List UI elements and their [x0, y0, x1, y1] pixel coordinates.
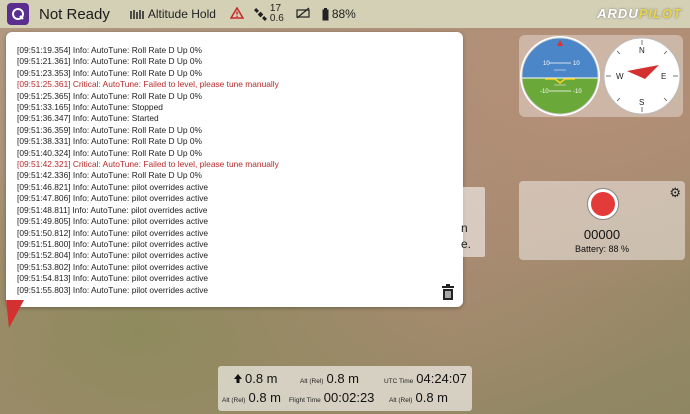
log-line: [09:51:51.800] Info: AutoTune: pilot ove…: [17, 238, 209, 249]
pitch-label-up-right: 10: [573, 61, 580, 67]
flight-time-label: Flight Time: [289, 397, 321, 404]
log-line: [09:51:33.165] Info: AutoTune: Stopped: [17, 102, 163, 113]
clear-messages-button[interactable]: [439, 283, 457, 301]
telemetry-rssi-icon[interactable]: [296, 7, 310, 22]
camera-settings-gear-icon[interactable]: ⚙: [669, 185, 681, 201]
camera-photo-count: 00000: [583, 227, 621, 242]
log-line: [09:51:52.804] Info: AutoTune: pilot ove…: [17, 250, 209, 261]
log-line: [09:51:49.805] Info: AutoTune: pilot ove…: [17, 216, 209, 227]
alt-rel-value: 0.8 m: [326, 371, 359, 386]
record-icon: [591, 192, 615, 216]
log-line: [09:51:21.361] Info: AutoTune: Roll Rate…: [17, 56, 202, 67]
log-line: [09:51:53.802] Info: AutoTune: pilot ove…: [17, 261, 209, 272]
gps-indicator[interactable]: 17 0.6: [253, 4, 284, 24]
compass-north-label: N: [639, 46, 645, 55]
message-list: [09:51:19.354] Info: AutoTune: Roll Rate…: [17, 45, 279, 296]
warning-icon[interactable]: [229, 6, 245, 22]
compass-west-label: W: [616, 72, 624, 81]
qgc-logo-button[interactable]: [7, 3, 29, 25]
log-line: [09:51:42.336] Info: AutoTune: Roll Rate…: [17, 170, 202, 181]
arrow-up-icon: [234, 374, 242, 383]
pitch-label-down: -10: [540, 89, 549, 95]
vehicle-status[interactable]: Not Ready: [39, 6, 110, 23]
trash-icon: [442, 284, 454, 300]
flight-mode-icon: [130, 9, 144, 19]
alt-rel-2-cell: Alt (Rel) 0.8 m: [222, 390, 281, 405]
log-line-critical: [09:51:25.361] Critical: AutoTune: Faile…: [17, 79, 279, 90]
record-button[interactable]: [587, 188, 619, 220]
vertical-speed-value: 0.8 m: [245, 371, 278, 386]
alt-rel-3-label: Alt (Rel): [389, 397, 413, 404]
log-line: [09:51:36.347] Info: AutoTune: Started: [17, 113, 159, 124]
vehicle-marker-icon[interactable]: [6, 300, 26, 332]
ardupilot-logo: ARDUPILOT: [597, 6, 682, 21]
vehicle-messages-panel: [09:51:19.354] Info: AutoTune: Roll Rate…: [6, 32, 463, 307]
alt-rel-2-label: Alt (Rel): [222, 397, 246, 404]
alt-rel-label: Alt (Rel): [300, 378, 324, 385]
pitch-label-down-right: -10: [573, 89, 582, 95]
utc-time-value: 04:24:07: [416, 371, 467, 386]
log-line: [09:51:40.324] Info: AutoTune: Roll Rate…: [17, 147, 202, 158]
hidden-info-widget: n e.: [459, 187, 485, 257]
battery-percent: 88%: [331, 7, 356, 21]
alt-rel-3-value: 0.8 m: [415, 390, 448, 405]
log-line: [09:51:36.359] Info: AutoTune: Roll Rate…: [17, 124, 202, 135]
gps-hdop: 0.6: [269, 13, 284, 24]
alt-rel-cell: Alt (Rel) 0.8 m: [300, 371, 359, 386]
compass-east-label: E: [661, 72, 666, 81]
hidden-widget-text-2: e.: [461, 237, 472, 251]
utc-time-cell: UTC Time 04:24:07: [384, 371, 467, 386]
qgc-logo-icon: [12, 8, 24, 20]
telemetry-values-bar[interactable]: 0.8 m Alt (Rel) 0.8 m UTC Time 04:24:07 …: [218, 366, 472, 411]
compass: N E S W: [603, 37, 681, 115]
top-toolbar: Not Ready Altitude Hold 17 0.6 88% ARDUP…: [0, 0, 690, 28]
hidden-widget-text-1: n: [461, 221, 468, 235]
battery-icon: [322, 7, 329, 20]
log-line: [09:51:54.813] Info: AutoTune: pilot ove…: [17, 273, 209, 284]
vertical-speed-cell: 0.8 m: [234, 371, 278, 386]
alt-rel-2-value: 0.8 m: [248, 390, 281, 405]
satellite-icon: [253, 7, 267, 21]
pitch-label-up: 10: [543, 61, 550, 67]
battery-indicator[interactable]: 88%: [322, 7, 356, 21]
flight-mode-label: Altitude Hold: [147, 7, 216, 21]
flight-time-cell: Flight Time 00:02:23: [289, 390, 374, 405]
log-line-critical: [09:51:42.321] Critical: AutoTune: Faile…: [17, 159, 279, 170]
flight-time-value: 00:02:23: [323, 390, 375, 405]
compass-south-label: S: [639, 98, 644, 107]
utc-time-label: UTC Time: [384, 378, 414, 385]
instrument-panel: 10 10 -10 -10 N E S W: [519, 35, 683, 117]
log-line: [09:51:46.821] Info: AutoTune: pilot ove…: [17, 181, 209, 192]
log-line: [09:51:38.331] Info: AutoTune: Roll Rate…: [17, 136, 202, 147]
log-line: [09:51:48.811] Info: AutoTune: pilot ove…: [17, 204, 208, 215]
log-line: [09:51:23.353] Info: AutoTune: Roll Rate…: [17, 67, 202, 78]
log-line: [09:51:19.354] Info: AutoTune: Roll Rate…: [17, 45, 202, 55]
log-line: [09:51:25.365] Info: AutoTune: Roll Rate…: [17, 90, 202, 101]
log-line: [09:51:55.803] Info: AutoTune: pilot ove…: [17, 284, 209, 295]
camera-widget: ⚙ 00000 Battery: 88 %: [519, 181, 685, 260]
log-line: [09:51:47.806] Info: AutoTune: pilot ove…: [17, 193, 209, 204]
camera-battery: Battery: 88 %: [574, 244, 630, 254]
alt-rel-3-cell: Alt (Rel) 0.8 m: [389, 390, 448, 405]
log-line: [09:51:50.812] Info: AutoTune: pilot ove…: [17, 227, 209, 238]
flight-mode-selector[interactable]: Altitude Hold: [130, 7, 216, 21]
